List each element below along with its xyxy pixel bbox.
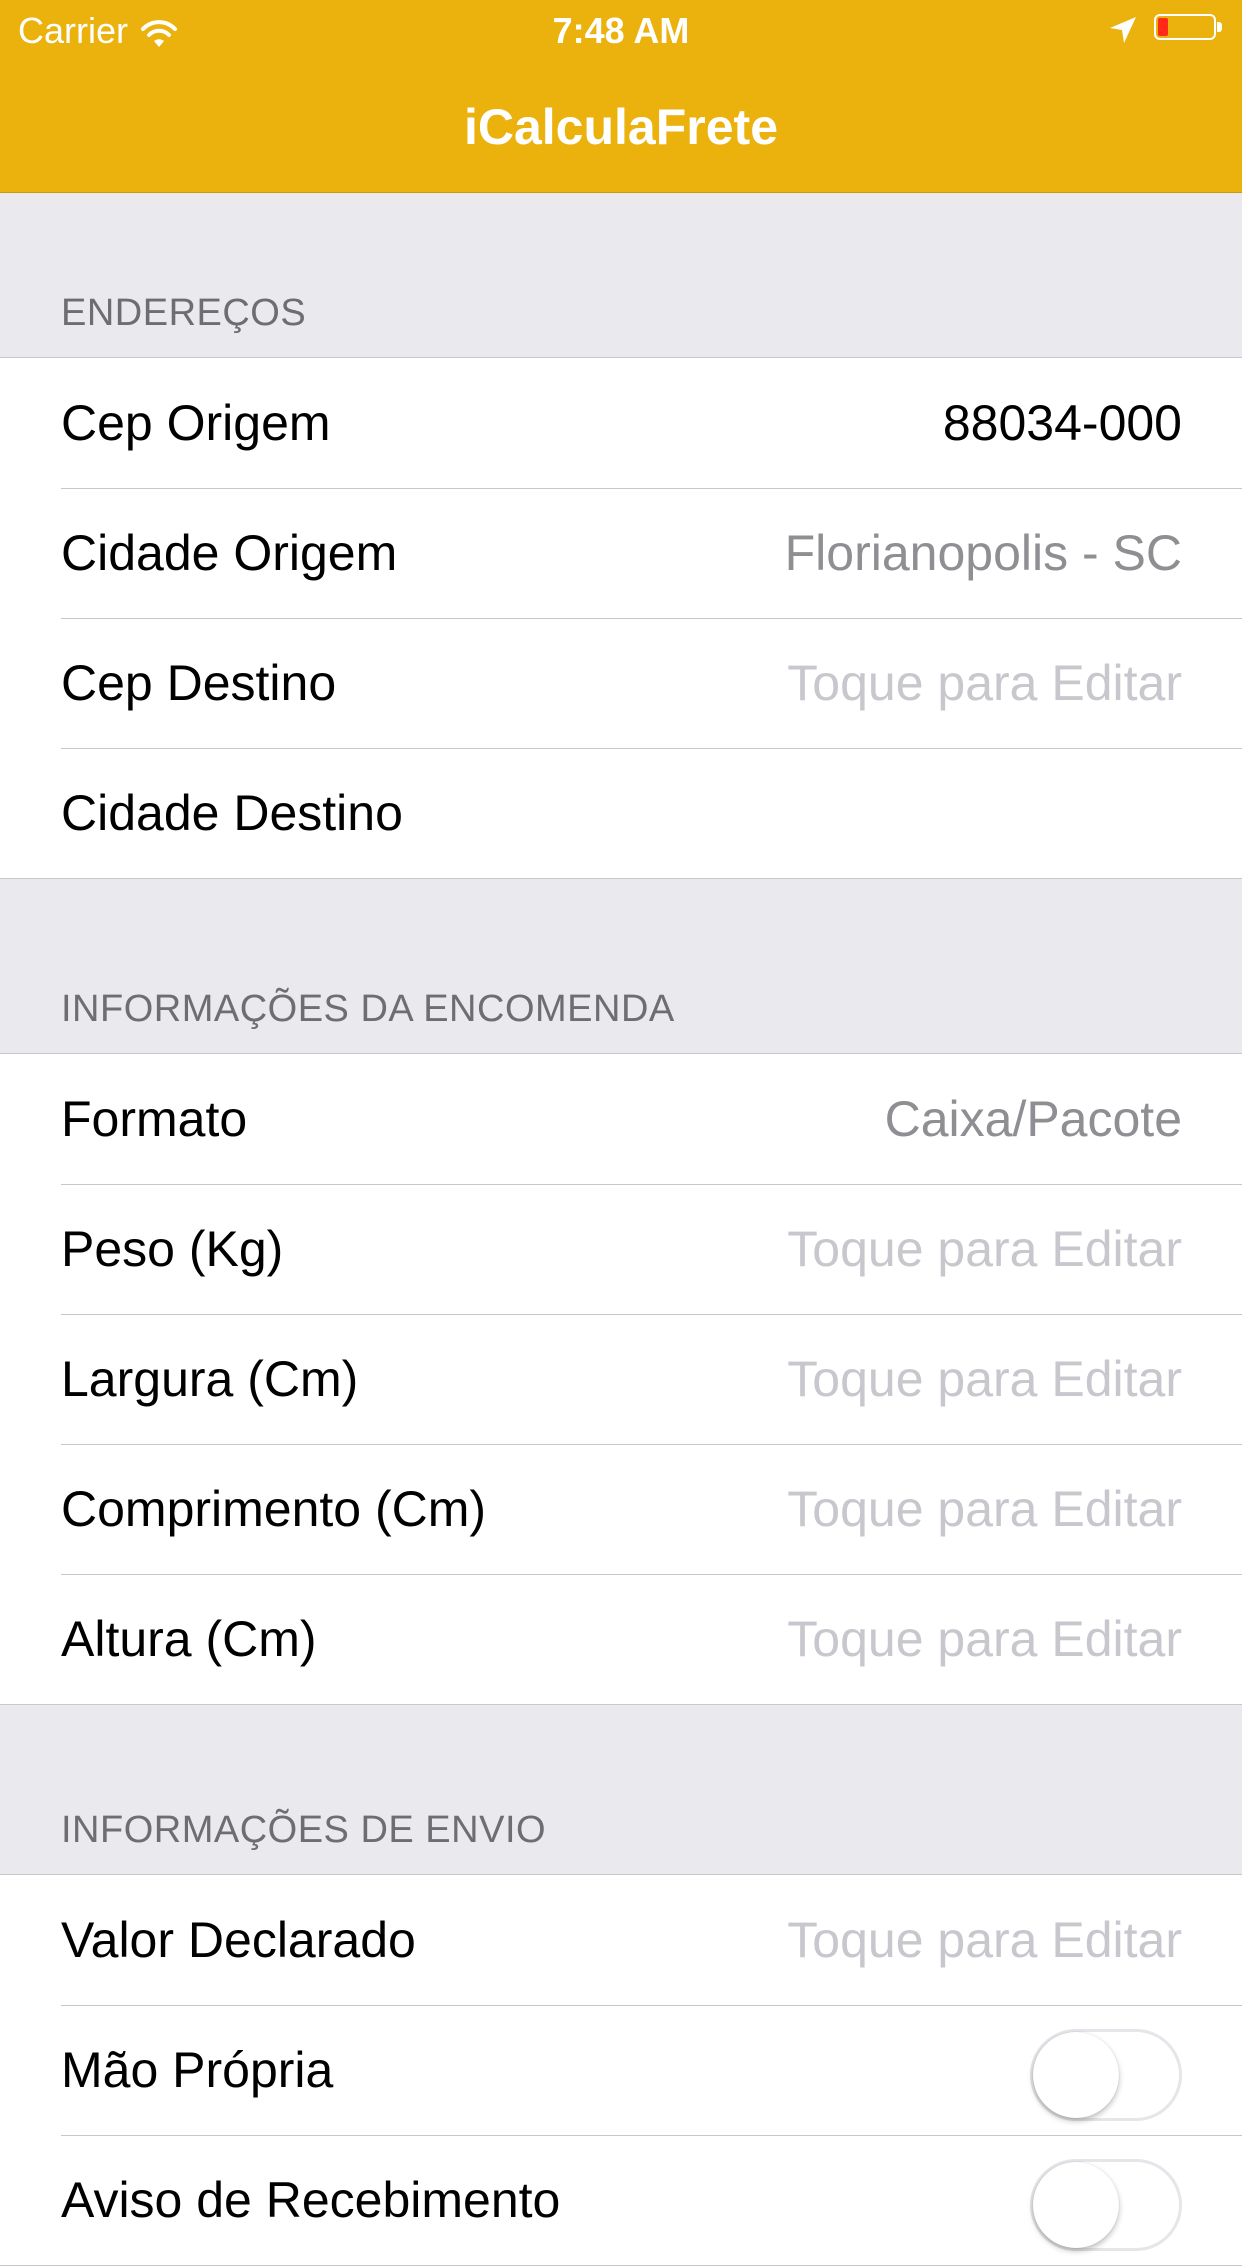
group-envio: Valor Declarado Mão Própria Aviso de Rec… — [0, 1874, 1242, 2266]
group-enderecos: Cep Origem 88034-000 Cidade Origem Flori… — [0, 357, 1242, 879]
cell-label: Cidade Destino — [61, 785, 403, 841]
battery-icon — [1154, 12, 1224, 42]
cell-peso[interactable]: Peso (Kg) — [0, 1184, 1242, 1314]
switch-knob — [1033, 2162, 1119, 2248]
switch-knob — [1033, 2032, 1119, 2118]
cell-label: Formato — [61, 1091, 248, 1147]
section-header-enderecos: ENDEREÇOS — [61, 292, 307, 334]
cell-label: Aviso de Recebimento — [61, 2172, 561, 2228]
section-header-envio: INFORMAÇÕES DE ENVIO — [61, 1809, 547, 1851]
cell-cep-origem[interactable]: Cep Origem 88034-000 — [0, 358, 1242, 488]
cell-aviso-recebimento: Aviso de Recebimento — [0, 2135, 1242, 2265]
nav-title: iCalculaFrete — [463, 99, 778, 155]
cell-label: Peso (Kg) — [61, 1221, 284, 1277]
cell-label: Cep Destino — [61, 655, 337, 711]
cell-largura[interactable]: Largura (Cm) — [0, 1314, 1242, 1444]
cell-cidade-origem: Cidade Origem Florianopolis - SC — [0, 488, 1242, 618]
cell-cep-destino[interactable]: Cep Destino — [0, 618, 1242, 748]
largura-input[interactable] — [702, 1350, 1182, 1408]
cell-mao-propria: Mão Própria — [0, 2005, 1242, 2135]
cell-label: Altura (Cm) — [61, 1611, 317, 1667]
cell-altura[interactable]: Altura (Cm) — [0, 1574, 1242, 1704]
cidade-origem-value: Florianopolis - SC — [784, 525, 1182, 581]
navigation-bar: Carrier 7:48 AM iCalculaFrete — [0, 0, 1242, 193]
cell-comprimento[interactable]: Comprimento (Cm) — [0, 1444, 1242, 1574]
cell-cidade-destino: Cidade Destino — [0, 748, 1242, 878]
status-icons — [1108, 12, 1224, 43]
cell-label: Largura (Cm) — [61, 1351, 359, 1407]
group-encomenda: Formato Caixa/Pacote Peso (Kg) Largura (… — [0, 1053, 1242, 1705]
formato-value[interactable]: Caixa/Pacote — [885, 1054, 1182, 1184]
peso-input[interactable] — [702, 1220, 1182, 1278]
section-header-encomenda: INFORMAÇÕES DA ENCOMENDA — [61, 988, 675, 1030]
cell-valor-declarado[interactable]: Valor Declarado — [0, 1875, 1242, 2005]
mao-propria-switch[interactable] — [1030, 2029, 1182, 2121]
status-time: 7:48 AM — [552, 10, 690, 51]
valor-declarado-input[interactable] — [702, 1911, 1182, 1969]
location-arrow-icon — [1108, 12, 1138, 43]
cell-label: Mão Própria — [61, 2042, 334, 2098]
cell-label: Comprimento (Cm) — [61, 1481, 487, 1537]
cell-label: Cidade Origem — [61, 525, 398, 581]
cep-destino-input[interactable] — [702, 654, 1182, 712]
cell-label: Valor Declarado — [61, 1912, 416, 1968]
aviso-recebimento-switch[interactable] — [1030, 2159, 1182, 2251]
altura-input[interactable] — [702, 1610, 1182, 1668]
cell-formato[interactable]: Formato Caixa/Pacote — [0, 1054, 1242, 1184]
cep-origem-value[interactable]: 88034-000 — [943, 358, 1182, 488]
cell-label: Cep Origem — [61, 395, 331, 451]
comprimento-input[interactable] — [702, 1480, 1182, 1538]
status-bar: Carrier 7:48 AM — [0, 0, 1242, 60]
